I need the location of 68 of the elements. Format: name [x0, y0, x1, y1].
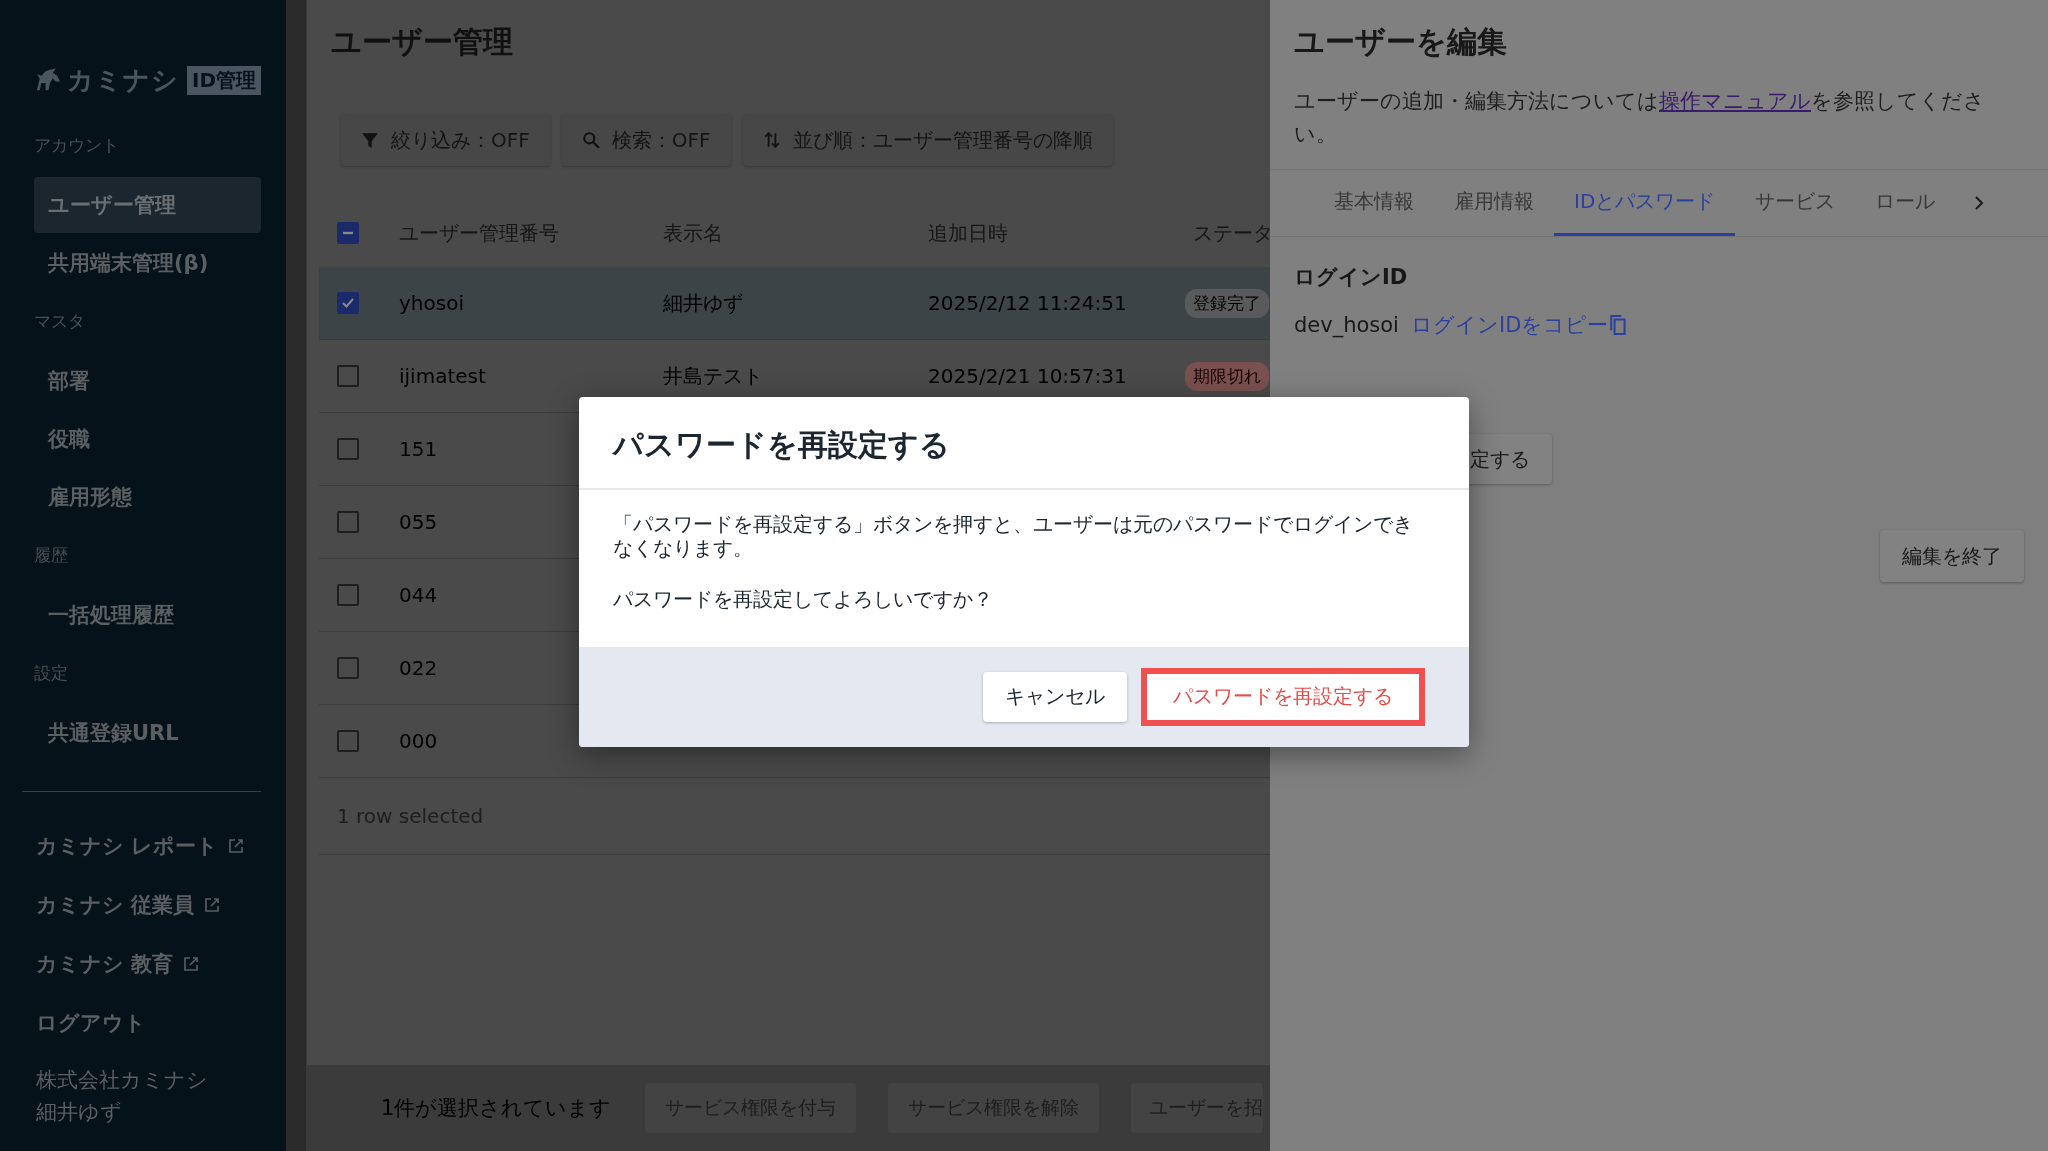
cancel-button[interactable]: キャンセル: [983, 671, 1127, 722]
row-checkbox[interactable]: [337, 438, 359, 460]
logo-badge: ID管理: [186, 65, 261, 95]
copy-link[interactable]: ログインIDをコピー: [1410, 311, 1629, 339]
row-checkbox[interactable]: [337, 730, 359, 752]
section-heading: アカウント: [34, 134, 120, 157]
sort-arrows-icon: [762, 131, 781, 149]
tab[interactable]: 雇用情報: [1434, 170, 1554, 236]
external-link[interactable]: カミナシ 従業員: [34, 875, 261, 934]
field-label: ログインID: [1294, 264, 1409, 291]
company-name: 株式会社カミナシ: [35, 1067, 209, 1094]
user-name: 細井ゆず: [35, 1099, 123, 1126]
tab[interactable]: ロール: [1855, 170, 1956, 236]
nav-item[interactable]: 雇用形態: [34, 469, 261, 525]
nav-item[interactable]: 共用端末管理(β): [34, 235, 261, 291]
table-cell: ijimatest: [399, 364, 486, 388]
copy-icon: [1610, 315, 1629, 335]
table-cell: 151: [399, 437, 438, 461]
scrollbar[interactable]: [285, 0, 306, 1151]
page-title: ユーザー管理: [331, 23, 514, 61]
status-tag: 登録完了: [1185, 288, 1269, 318]
nav-item[interactable]: 共通登録URL: [34, 705, 261, 761]
drawer-description: ユーザーの追加・編集方法については操作マニュアルを参照してください。: [1294, 88, 1986, 148]
nav-item[interactable]: 部署: [34, 353, 261, 409]
table-cell: 022: [399, 656, 438, 680]
confirm-button[interactable]: パスワードを再設定する: [1141, 667, 1425, 726]
logout-link[interactable]: ログアウト: [34, 993, 261, 1052]
table-cell: 2025/2/21 10:57:31: [928, 364, 1127, 388]
dialog-title: パスワードを再設定する: [613, 425, 951, 464]
row-checkbox[interactable]: [337, 292, 359, 314]
external-link-icon: [183, 955, 200, 972]
table-cell: 井島テスト: [663, 363, 763, 388]
section-heading: 履歴: [34, 544, 69, 567]
table-cell: 000: [399, 729, 438, 753]
select-all-checkbox[interactable]: [337, 222, 359, 244]
nav-item[interactable]: 一括処理履歴: [34, 587, 261, 643]
chevron-right-icon[interactable]: [1973, 195, 1986, 211]
tab[interactable]: サービス: [1735, 170, 1856, 236]
logo-wordmark: カミナシ: [66, 63, 179, 97]
external-link-icon: [228, 837, 245, 854]
row-checkbox[interactable]: [337, 365, 359, 387]
table-cell: 2025/2/12 11:24:51: [928, 291, 1127, 315]
nav-item[interactable]: 役職: [34, 411, 261, 467]
external-link-icon: [204, 896, 221, 913]
dialog-message: 「パスワードを再設定する」ボタンを押すと、ユーザーは元のパスワードでログインできなくなります。: [613, 511, 1414, 560]
section-heading: 設定: [34, 662, 69, 685]
finish-editing-button[interactable]: 編集を終了: [1880, 530, 2024, 582]
row-checkbox[interactable]: [337, 584, 359, 606]
funnel-icon: [361, 131, 379, 149]
tab[interactable]: 基本情報: [1314, 170, 1434, 236]
search-icon: [581, 131, 600, 149]
status-tag: 期限切れ: [1185, 361, 1269, 391]
section-heading: マスタ: [34, 310, 86, 333]
row-checkbox[interactable]: [337, 657, 359, 679]
manual-link[interactable]: 操作マニュアル: [1659, 89, 1811, 113]
table-cell: 細井ゆず: [663, 290, 743, 315]
table-cell: 044: [399, 583, 438, 607]
login-id-value: dev_hosoi: [1294, 313, 1399, 337]
selection-summary: 1件が選択されています: [381, 1095, 612, 1122]
row-checkbox[interactable]: [337, 511, 359, 533]
tab[interactable]: IDとパスワード: [1554, 170, 1736, 236]
dialog-question: パスワードを再設定してよろしいですか？: [613, 585, 994, 613]
drawer-title: ユーザーを編集: [1294, 23, 1508, 61]
external-link[interactable]: カミナシ 教育: [34, 934, 261, 993]
table-cell: yhosoi: [399, 291, 464, 315]
external-link[interactable]: カミナシ レポート: [34, 816, 261, 875]
nav-item[interactable]: ユーザー管理: [34, 177, 261, 233]
table-cell: 055: [399, 510, 438, 534]
